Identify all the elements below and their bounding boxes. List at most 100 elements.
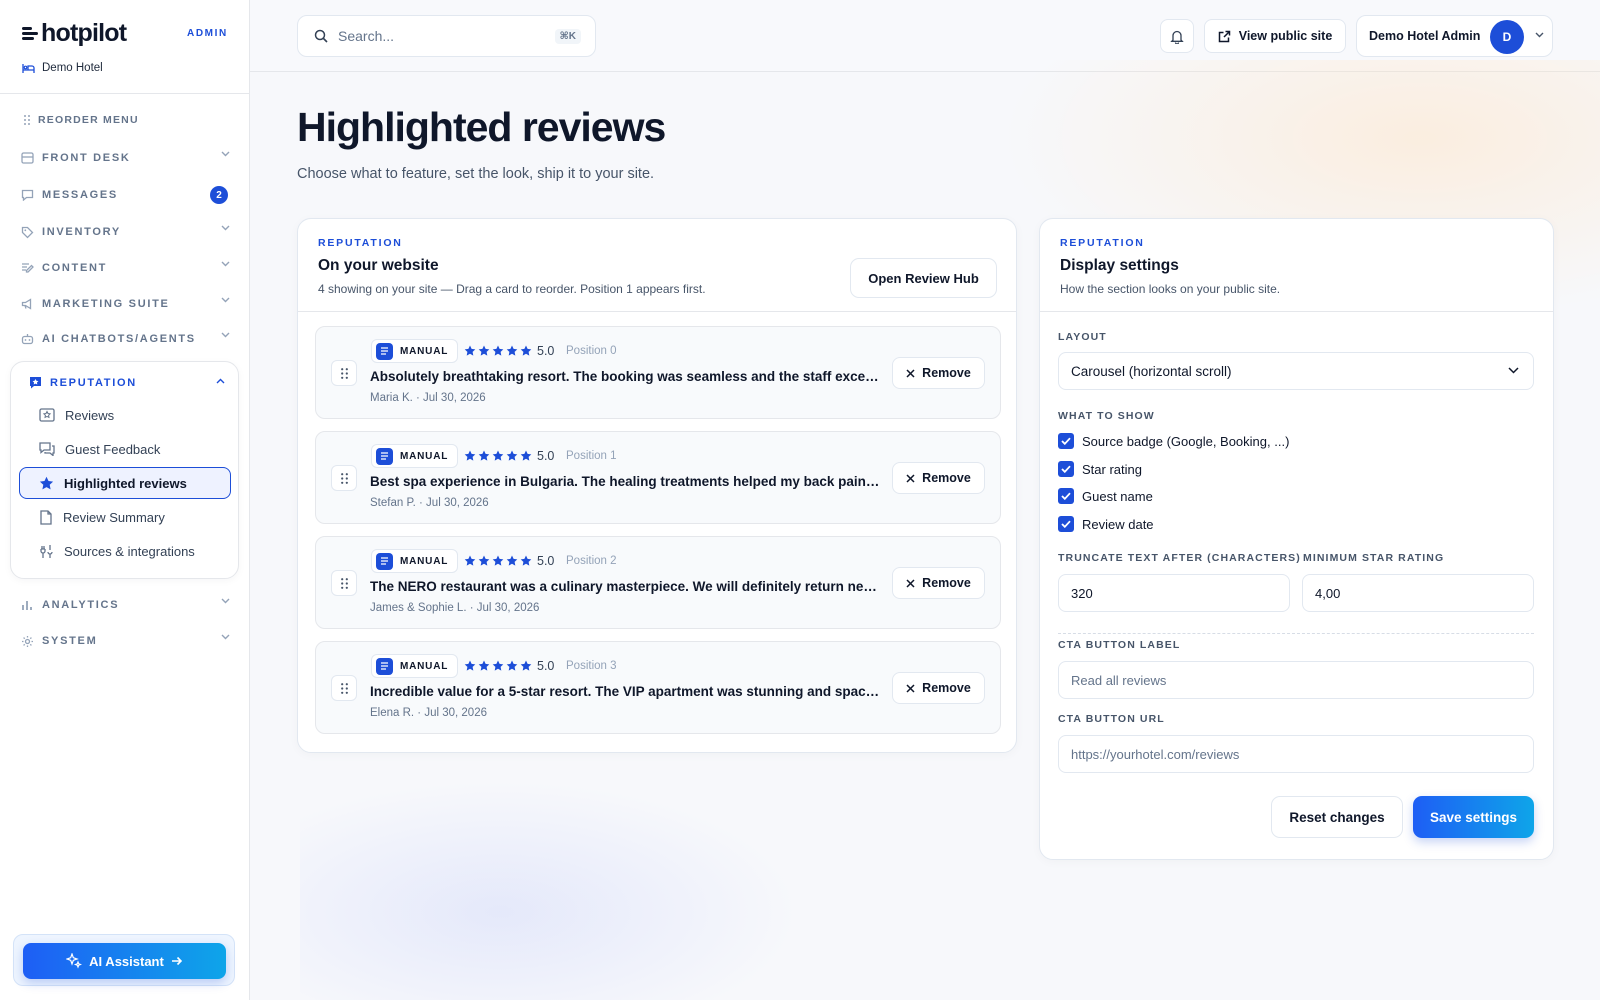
checkbox-checked-icon — [1058, 433, 1074, 449]
star-rating: 5.0 — [464, 344, 554, 358]
source-badge-checkbox[interactable]: Source badge (Google, Booking, ...) — [1058, 433, 1289, 449]
hotel-name: Demo Hotel — [42, 62, 103, 74]
avatar: D — [1490, 20, 1524, 54]
sparkle-icon — [66, 953, 83, 969]
cta-url-label: CTA BUTTON URL — [1058, 713, 1165, 725]
sidebar-item-marketing-suite[interactable]: MARKETING SUITE — [20, 294, 230, 314]
review-author-date: James & Sophie L. · Jul 30, 2026 — [370, 602, 540, 614]
review-card[interactable]: MANUAL 5.0 Position 3 Incredible value f… — [315, 641, 1001, 734]
sidebar-item-analytics[interactable]: ANALYTICS — [20, 595, 230, 615]
edit-icon — [20, 261, 34, 275]
view-public-site-button[interactable]: View public site — [1204, 19, 1346, 53]
card-title: Display settings — [1060, 257, 1179, 274]
save-settings-button[interactable]: Save settings — [1413, 796, 1534, 838]
sidebar-item-ai-chatbots[interactable]: AI CHATBOTS/AGENTS — [20, 329, 230, 349]
sidebar-item-front-desk[interactable]: FRONT DESK — [20, 148, 230, 168]
search-placeholder: Search... — [338, 28, 395, 44]
checkbox-checked-icon — [1058, 461, 1074, 477]
drag-handle-icon — [340, 472, 348, 484]
drag-handle-icon — [340, 682, 348, 694]
logo-mark-icon — [22, 26, 38, 40]
review-text: Absolutely breathtaking resort. The book… — [370, 369, 880, 384]
review-text: The NERO restaurant was a culinary maste… — [370, 579, 880, 594]
bot-icon — [20, 332, 34, 346]
sidebar-item-reputation[interactable]: REPUTATION — [29, 376, 225, 389]
search-icon — [314, 29, 328, 43]
notifications-button[interactable] — [1160, 19, 1194, 53]
manual-source-icon — [376, 447, 393, 465]
card-divider — [298, 311, 1016, 312]
position-label: Position 2 — [566, 555, 617, 567]
gear-icon — [20, 634, 34, 648]
review-text: Best spa experience in Bulgaria. The hea… — [370, 474, 880, 489]
guest-name-checkbox[interactable]: Guest name — [1058, 488, 1153, 504]
drag-handle-icon — [340, 577, 348, 589]
review-text: Incredible value for a 5-star resort. Th… — [370, 684, 880, 699]
close-icon — [906, 683, 915, 693]
review-date-checkbox[interactable]: Review date — [1058, 516, 1154, 532]
remove-button[interactable]: Remove — [892, 357, 985, 389]
sidebar-item-sources-integrations[interactable]: Sources & integrations — [19, 535, 231, 567]
min-star-input[interactable] — [1302, 574, 1534, 612]
checkbox-checked-icon — [1058, 516, 1074, 532]
close-icon — [906, 473, 915, 483]
review-card[interactable]: MANUAL 5.0 Position 1 Best spa experienc… — [315, 431, 1001, 524]
remove-button[interactable]: Remove — [892, 567, 985, 599]
review-card[interactable]: MANUAL 5.0 Position 0 Absolutely breatht… — [315, 326, 1001, 419]
review-card[interactable]: MANUAL 5.0 Position 2 The NERO restauran… — [315, 536, 1001, 629]
layout-select[interactable]: Carousel (horizontal scroll) — [1058, 352, 1534, 390]
five-stars-icon — [464, 450, 532, 461]
drag-handle[interactable] — [331, 675, 357, 701]
card-eyebrow: REPUTATION — [318, 237, 403, 249]
source-badge: MANUAL — [371, 654, 459, 678]
review-author-date: Maria K. · Jul 30, 2026 — [370, 392, 486, 404]
drag-handle[interactable] — [331, 465, 357, 491]
ai-assistant-button[interactable]: AI Assistant — [23, 943, 226, 979]
drag-handle[interactable] — [331, 360, 357, 386]
plug-icon — [40, 544, 53, 558]
open-review-hub-button[interactable]: Open Review Hub — [850, 258, 997, 298]
search-input[interactable]: Search... ⌘K — [297, 15, 596, 57]
star-rating-checkbox[interactable]: Star rating — [1058, 461, 1142, 477]
sidebar-item-inventory[interactable]: INVENTORY — [20, 222, 230, 242]
page-subtitle: Choose what to feature, set the look, sh… — [297, 166, 655, 182]
on-your-website-card: REPUTATION On your website 4 showing on … — [297, 218, 1017, 753]
sidebar-item-highlighted-reviews[interactable]: Highlighted reviews — [19, 467, 231, 499]
remove-button[interactable]: Remove — [892, 462, 985, 494]
reset-changes-button[interactable]: Reset changes — [1271, 796, 1403, 838]
chevron-down-icon — [221, 332, 230, 338]
chevron-down-icon — [221, 297, 230, 303]
chevron-down-icon — [221, 598, 230, 604]
layout-label: LAYOUT — [1058, 331, 1107, 343]
drag-handle[interactable] — [331, 570, 357, 596]
unread-count-badge: 2 — [210, 186, 228, 204]
sidebar: hotpilot ADMIN Demo Hotel REORDER MENU F… — [0, 0, 250, 1000]
sidebar-item-system[interactable]: SYSTEM — [20, 631, 230, 651]
manual-source-icon — [376, 552, 393, 570]
sidebar-item-guest-feedback[interactable]: Guest Feedback — [19, 433, 231, 465]
close-icon — [906, 578, 915, 588]
sidebar-item-reviews[interactable]: Reviews — [19, 399, 231, 431]
search-shortcut: ⌘K — [554, 29, 581, 44]
sidebar-item-messages[interactable]: MESSAGES 2 — [20, 185, 230, 205]
remove-button[interactable]: Remove — [892, 672, 985, 704]
min-star-label: MINIMUM STAR RATING — [1303, 552, 1445, 564]
rating-value: 5.0 — [537, 659, 555, 673]
drag-handle-icon — [24, 115, 30, 125]
five-stars-icon — [464, 345, 532, 356]
user-menu[interactable]: Demo Hotel Admin D — [1356, 15, 1553, 57]
cta-label-input[interactable] — [1058, 661, 1534, 699]
hotel-switcher[interactable]: Demo Hotel — [22, 62, 103, 74]
manual-source-icon — [376, 342, 393, 360]
reorder-menu-button[interactable]: REORDER MENU — [24, 114, 139, 126]
bar-chart-icon — [20, 598, 34, 612]
cta-url-input[interactable] — [1058, 735, 1534, 773]
ai-assistant-panel: AI Assistant — [13, 934, 235, 986]
chevron-down-icon — [221, 634, 230, 640]
truncate-input[interactable] — [1058, 574, 1290, 612]
brand-logo[interactable]: hotpilot — [22, 19, 127, 47]
sidebar-item-review-summary[interactable]: Review Summary — [19, 501, 231, 533]
sidebar-item-content[interactable]: CONTENT — [20, 258, 230, 278]
admin-tag: ADMIN — [187, 28, 228, 39]
position-label: Position 1 — [566, 450, 617, 462]
